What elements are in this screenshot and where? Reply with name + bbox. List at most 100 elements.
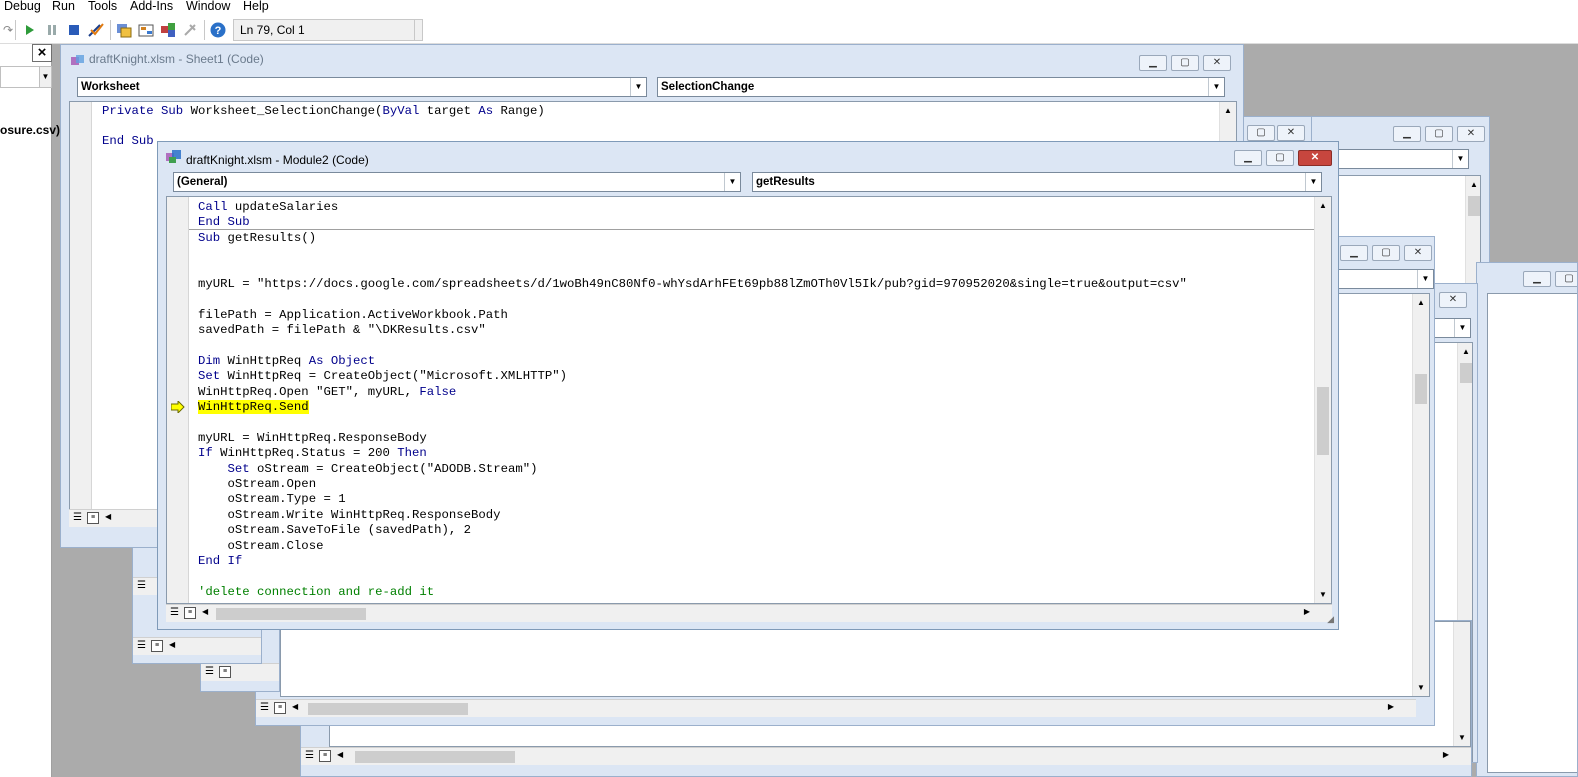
code-line[interactable]: oStream.Close — [198, 539, 1187, 554]
scroll-thumb[interactable] — [355, 751, 515, 763]
horizontal-scrollbar[interactable]: ☰ ≡ ◀ ▶ — [166, 604, 1332, 622]
maximize-button[interactable]: ▢ — [1555, 271, 1577, 287]
code-line[interactable]: oStream.Type = 1 — [198, 492, 1187, 507]
project-explorer-button[interactable] — [116, 22, 132, 38]
close-button[interactable]: ✕ — [1439, 292, 1467, 308]
resize-grip-icon[interactable]: ◢ — [1327, 614, 1334, 625]
scroll-up-icon[interactable]: ▲ — [1220, 102, 1236, 119]
scroll-up-icon[interactable]: ▲ — [1315, 197, 1331, 214]
minimize-button[interactable]: ▁ — [1139, 55, 1167, 71]
maximize-button[interactable]: ▢ — [1247, 125, 1275, 141]
scroll-right-icon[interactable]: ▶ — [1443, 750, 1449, 759]
horizontal-scrollbar[interactable]: ☰ ≡ ◀ ▶ — [301, 747, 1471, 765]
object-browser-button[interactable] — [160, 22, 176, 38]
reset-button[interactable] — [66, 22, 82, 38]
chevron-down-icon[interactable]: ▼ — [1208, 78, 1224, 96]
code-window-back-3[interactable]: ▁ ▢ — [1476, 262, 1578, 777]
code-line[interactable]: Private Sub Worksheet_SelectionChange(By… — [102, 104, 545, 119]
minimize-button[interactable]: ▁ — [1523, 271, 1551, 287]
redo-icon[interactable]: ↷ — [0, 22, 16, 38]
menu-tools[interactable]: Tools — [88, 0, 117, 13]
close-icon[interactable]: × — [32, 44, 52, 62]
code-line[interactable]: WinHttpReq.Send — [198, 400, 1187, 415]
window-title-bar[interactable]: draftKnight.xlsm - Module2 (Code) ▁ ▢ ✕ — [158, 142, 1338, 170]
close-button[interactable]: ✕ — [1457, 126, 1485, 142]
procedure-combo[interactable]: SelectionChange ▼ — [657, 77, 1225, 97]
chevron-down-icon[interactable]: ▼ — [1305, 173, 1321, 191]
scroll-thumb[interactable] — [216, 608, 366, 620]
scroll-up-icon[interactable]: ▲ — [1458, 343, 1472, 360]
module-view-icon[interactable]: ≡ — [151, 640, 163, 652]
horizontal-scrollbar[interactable]: ☰ ≡ ◀ ▶ — [256, 699, 1416, 717]
menu-help[interactable]: Help — [243, 0, 269, 13]
code-line[interactable]: myURL = WinHttpReq.ResponseBody — [198, 431, 1187, 446]
code-editor[interactable]: Call updateSalaries End Sub Sub getResults… — [166, 196, 1332, 604]
code-line[interactable]: oStream.Write WinHttpReq.ResponseBody — [198, 508, 1187, 523]
code-line[interactable]: Set WinHttpReq = CreateObject("Microsoft… — [198, 369, 1187, 384]
scroll-thumb[interactable] — [308, 703, 468, 715]
minimize-button[interactable]: ▁ — [1340, 245, 1368, 261]
chevron-down-icon[interactable]: ▼ — [1417, 270, 1433, 288]
close-button[interactable]: ✕ — [1298, 150, 1332, 166]
toolbox-button[interactable] — [182, 22, 198, 38]
module-view-icon[interactable]: ≡ — [219, 666, 231, 678]
code-line[interactable] — [198, 246, 1187, 261]
chevron-down-icon[interactable]: ▼ — [39, 67, 51, 87]
chevron-down-icon[interactable]: ▼ — [1454, 319, 1470, 337]
vertical-scrollbar[interactable]: ▼ — [1453, 622, 1470, 746]
code-line[interactable]: 'delete connection and re-add it — [198, 585, 1187, 600]
scroll-left-icon[interactable]: ◀ — [292, 702, 298, 711]
scroll-left-icon[interactable]: ◀ — [169, 640, 175, 649]
code-line[interactable]: Set oStream = CreateObject("ADODB.Stream… — [198, 462, 1187, 477]
scroll-up-icon[interactable]: ▲ — [1413, 294, 1429, 311]
procedure-view-icon[interactable]: ☰ — [305, 751, 314, 761]
menu-debug[interactable]: Debug — [4, 0, 41, 13]
procedure-combo[interactable]: getResults ▼ — [752, 172, 1322, 192]
scroll-down-icon[interactable]: ▼ — [1315, 586, 1331, 603]
procedure-view-icon[interactable]: ☰ — [170, 608, 179, 618]
code-editor[interactable] — [1487, 293, 1577, 773]
code-line[interactable] — [198, 262, 1187, 277]
procedure-view-icon[interactable]: ☰ — [260, 703, 269, 713]
module-view-icon[interactable]: ≡ — [319, 750, 331, 762]
code-line[interactable]: End If — [198, 554, 1187, 569]
code-line[interactable]: filePath = Application.ActiveWorkbook.Pa… — [198, 308, 1187, 323]
procedure-view-icon[interactable]: ☰ — [137, 641, 146, 651]
menu-window[interactable]: Window — [186, 0, 230, 13]
scroll-up-icon[interactable]: ▲ — [1466, 176, 1480, 193]
horizontal-scrollbar[interactable]: ☰ ≡ ◀ — [133, 637, 261, 655]
code-line[interactable] — [198, 415, 1187, 430]
scroll-right-icon[interactable]: ▶ — [1388, 702, 1394, 711]
module-view-icon[interactable]: ≡ — [274, 702, 286, 714]
code-line[interactable]: savedPath = filePath & "\DKResults.csv" — [198, 323, 1187, 338]
module2-code-window[interactable]: draftKnight.xlsm - Module2 (Code) ▁ ▢ ✕ … — [157, 141, 1339, 630]
code-line[interactable]: End Sub — [198, 215, 1187, 230]
tree-item-file[interactable]: osure.csv) — [0, 123, 60, 137]
procedure-view-icon[interactable]: ☰ — [137, 581, 146, 591]
margin-indicator-bar[interactable] — [70, 102, 92, 510]
code-line[interactable]: Call updateSalaries — [198, 200, 1187, 215]
module-view-icon[interactable]: ≡ — [184, 607, 196, 619]
code-line[interactable] — [198, 569, 1187, 584]
chevron-down-icon[interactable]: ▼ — [1452, 150, 1468, 168]
run-button[interactable] — [22, 22, 38, 38]
scroll-down-icon[interactable]: ▼ — [1454, 729, 1470, 746]
code-line[interactable] — [102, 119, 545, 134]
object-combo[interactable]: Worksheet ▼ — [77, 77, 647, 97]
scroll-right-icon[interactable]: ▶ — [1304, 607, 1310, 616]
scroll-down-icon[interactable]: ▼ — [1413, 679, 1429, 696]
margin-indicator-bar[interactable] — [167, 197, 189, 603]
scroll-thumb[interactable] — [1468, 196, 1480, 216]
properties-button[interactable] — [138, 22, 154, 38]
design-mode-button[interactable] — [88, 22, 104, 38]
code-line[interactable]: oStream.SaveToFile (savedPath), 2 — [198, 523, 1187, 538]
code-line[interactable]: If WinHttpReq.Status = 200 Then — [198, 446, 1187, 461]
code-line[interactable]: WinHttpReq.Open "GET", myURL, False — [198, 385, 1187, 400]
code-line[interactable]: Sub getResults() — [198, 231, 1187, 246]
procedure-combo[interactable]: ▼ — [1336, 269, 1434, 289]
scroll-left-icon[interactable]: ◀ — [202, 607, 208, 616]
code-line[interactable]: oStream.Open — [198, 477, 1187, 492]
maximize-button[interactable]: ▢ — [1171, 55, 1199, 71]
maximize-button[interactable]: ▢ — [1372, 245, 1400, 261]
minimize-button[interactable]: ▁ — [1234, 150, 1262, 166]
